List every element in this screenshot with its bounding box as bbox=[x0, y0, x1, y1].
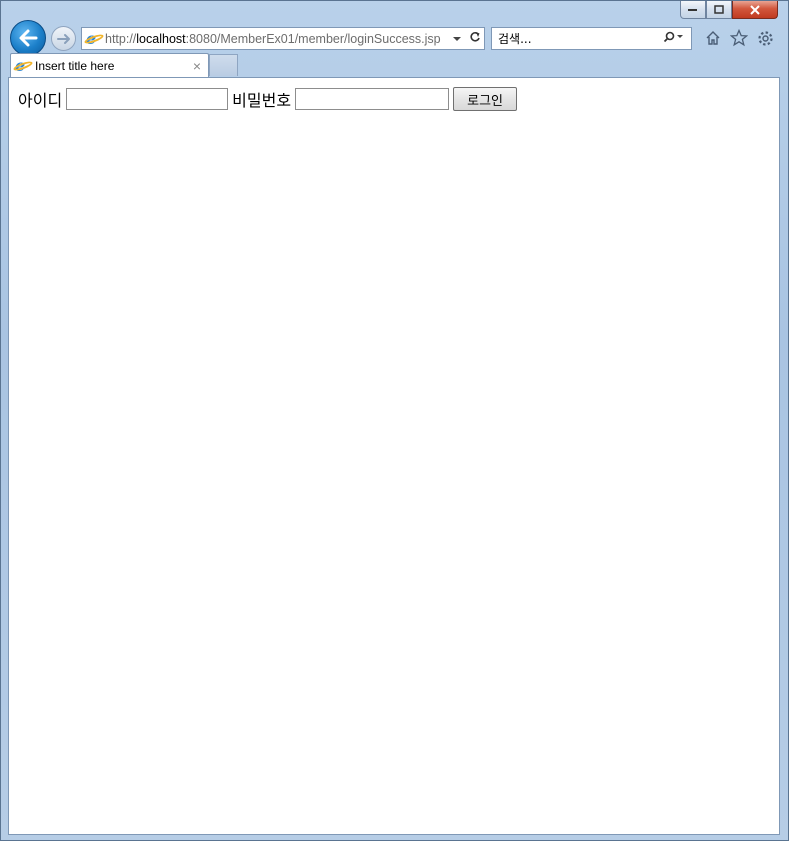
password-label: 비밀번호 bbox=[232, 91, 292, 110]
settings-button[interactable] bbox=[755, 28, 775, 48]
url-scheme: http:// bbox=[105, 31, 137, 46]
arrow-right-icon bbox=[56, 33, 70, 44]
page-content: 아이디 비밀번호 로그인 bbox=[8, 77, 780, 835]
arrow-left-icon bbox=[19, 29, 38, 47]
restore-icon bbox=[714, 4, 724, 14]
login-form: 아이디 비밀번호 로그인 bbox=[18, 87, 518, 111]
close-window-button[interactable] bbox=[732, 1, 778, 19]
back-button[interactable] bbox=[10, 20, 46, 56]
search-input[interactable]: 검색... bbox=[492, 30, 657, 47]
new-tab-button[interactable] bbox=[209, 54, 238, 76]
minimize-icon bbox=[688, 8, 697, 11]
settings-icon bbox=[757, 30, 773, 46]
tab-close-button[interactable]: × bbox=[186, 58, 208, 74]
refresh-icon bbox=[470, 32, 480, 42]
home-button[interactable] bbox=[703, 28, 723, 48]
tab-favicon-icon: e bbox=[15, 57, 31, 74]
url-host: localhost bbox=[136, 31, 186, 46]
login-button[interactable]: 로그인 bbox=[453, 87, 518, 111]
restore-button[interactable] bbox=[706, 1, 732, 19]
ie-page-icon: e bbox=[86, 30, 102, 47]
id-label: 아이디 bbox=[18, 91, 63, 110]
tool-icons bbox=[703, 28, 775, 48]
id-input[interactable] bbox=[66, 88, 229, 110]
address-dropdown-button[interactable] bbox=[448, 32, 466, 45]
caption-buttons bbox=[680, 1, 778, 19]
browser-window: e http://localhost:8080/MemberEx01/membe… bbox=[0, 0, 789, 841]
address-url[interactable]: http://localhost:8080/MemberEx01/member/… bbox=[102, 32, 448, 46]
search-icon bbox=[663, 31, 683, 43]
search-box[interactable]: 검색... bbox=[491, 27, 692, 50]
url-path: :8080/MemberEx01/member/loginSuccess.jsp bbox=[185, 31, 441, 46]
tab-active[interactable]: e Insert title here × bbox=[10, 53, 209, 77]
home-icon bbox=[706, 31, 720, 45]
refresh-button[interactable] bbox=[466, 31, 484, 46]
minimize-button[interactable] bbox=[680, 1, 706, 19]
chevron-down-icon bbox=[453, 37, 461, 41]
favorites-button[interactable] bbox=[729, 28, 749, 48]
forward-button[interactable] bbox=[51, 26, 76, 51]
password-input[interactable] bbox=[295, 88, 450, 110]
address-bar[interactable]: e http://localhost:8080/MemberEx01/membe… bbox=[81, 27, 485, 50]
search-button[interactable] bbox=[657, 31, 691, 46]
close-icon bbox=[750, 4, 760, 15]
favorites-icon bbox=[730, 29, 748, 47]
tab-title: Insert title here bbox=[35, 58, 115, 73]
